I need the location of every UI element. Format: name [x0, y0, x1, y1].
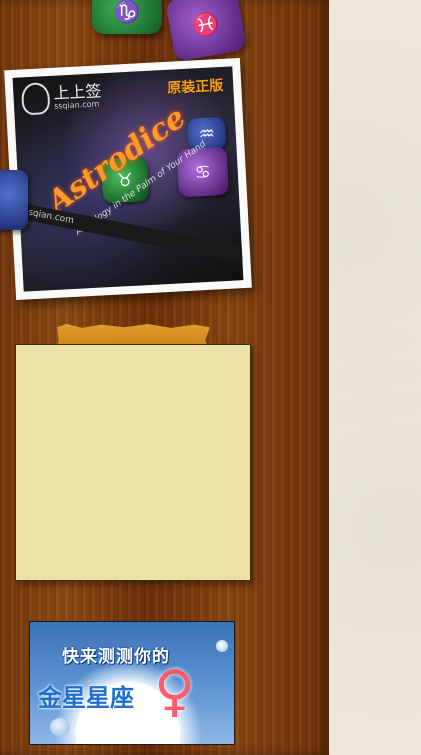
product-photo-image: 上上签 ssqian.com 原装正版 ♒ ♉ ♋ Astrodice Astr…	[12, 66, 244, 292]
board-stripe: ssqian.com	[12, 199, 244, 277]
blue-die-edge-icon	[0, 170, 28, 230]
venus-symbol-icon: ♀	[154, 659, 196, 724]
paper-background	[329, 0, 421, 755]
product-photo[interactable]: 上上签 ssqian.com 原装正版 ♒ ♉ ♋ Astrodice Astr…	[4, 57, 252, 301]
green-die-icon: ♑	[92, 0, 162, 34]
banner-line2: 金星星座	[38, 684, 134, 712]
logo-mark-icon	[20, 82, 51, 116]
water-drop-icon	[216, 640, 228, 652]
sticky-note	[15, 344, 251, 581]
venus-sign-banner[interactable]: 快来测测你的 金星星座 ♀	[29, 621, 235, 745]
logo-url: ssqian.com	[53, 98, 100, 111]
shop-logo: 上上签 ssqian.com	[20, 79, 103, 116]
heart-drop-icon	[50, 718, 70, 736]
logo-text: 上上签	[52, 80, 102, 103]
original-badge: 原装正版	[166, 77, 224, 97]
